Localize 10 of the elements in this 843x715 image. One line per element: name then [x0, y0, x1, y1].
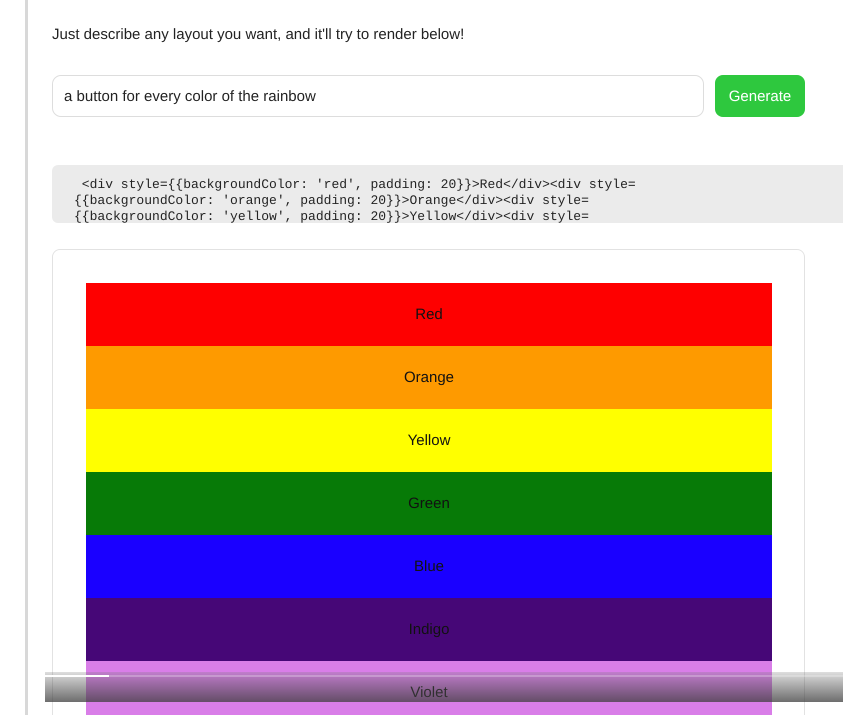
instruction-text: Just describe any layout you want, and it'll try to render below! [52, 26, 466, 43]
code-block: <div style={{backgroundColor: 'red', padding: 20}}>Red</div><div style= {{backgroundColor: 'orange', padding: 20}}>Orange</div><div style= {{backgroundColor: 'yellow', padding: 20}}>Yellow</div><div style= [52, 165, 843, 223]
color-stripe[interactable]: Yellow [86, 409, 772, 472]
generate-button[interactable]: Generate [715, 75, 805, 117]
color-stripe[interactable]: Red [86, 283, 772, 346]
prompt-field[interactable]: a button for every color of the rainbow [52, 75, 704, 117]
color-stripe[interactable]: Blue [86, 535, 772, 598]
color-stripe[interactable]: Orange [86, 346, 772, 409]
color-stripe[interactable]: Violet [86, 661, 772, 715]
color-stripe[interactable]: Green [86, 472, 772, 535]
